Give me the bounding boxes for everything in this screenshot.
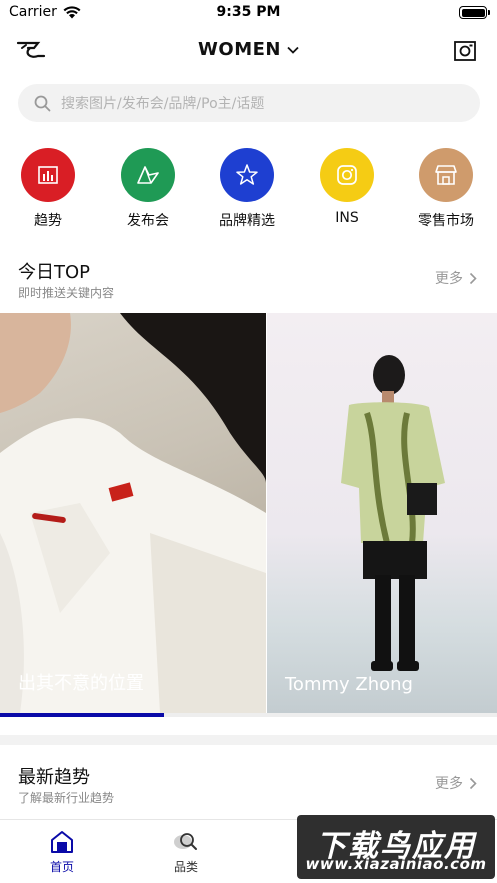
quick-nav-label: 零售市场: [418, 213, 474, 229]
carousel-progress-fill: [0, 713, 164, 717]
trend-circle: [21, 148, 75, 202]
quick-nav-trend[interactable]: 趋势: [3, 148, 93, 230]
carousel-progress: [0, 713, 497, 717]
runway-icon: [137, 166, 159, 184]
tab-home[interactable]: 首页: [32, 830, 92, 875]
gender-label: WOMEN: [198, 39, 281, 60]
more-link[interactable]: 更多: [435, 773, 477, 793]
quick-nav-label: 趋势: [34, 213, 62, 229]
tab-category[interactable]: 品类: [156, 830, 216, 875]
star-icon: [236, 164, 258, 185]
quick-nav-label: INS: [335, 210, 359, 226]
chevron-down-icon: [287, 46, 299, 54]
status-time: 9:35 PM: [216, 4, 281, 20]
bar-chart-icon: [38, 166, 58, 184]
gender-selector[interactable]: WOMEN: [184, 39, 314, 60]
search-icon: [34, 95, 51, 111]
today-top-carousel[interactable]: 出其不意的位置 Tommy Zhong: [0, 313, 497, 713]
watermark-url: www.xiazainiao.com: [305, 855, 487, 873]
nav-bar: WOMEN: [0, 34, 497, 70]
battery-icon: [459, 6, 490, 19]
brand-logo-icon[interactable]: [16, 39, 46, 63]
retail-circle: [419, 148, 473, 202]
search-category-icon: [174, 833, 197, 850]
latest-trends-header: 最新趋势 了解最新行业趋势 更多: [0, 763, 497, 811]
runway-circle: [121, 148, 175, 202]
section-title: 最新趋势: [18, 767, 90, 788]
section-title: 今日TOP: [18, 262, 91, 283]
more-link[interactable]: 更多: [435, 268, 477, 288]
ins-circle: [320, 148, 374, 202]
section-divider: [0, 735, 497, 745]
instagram-icon: [337, 165, 357, 185]
card-caption: Tommy Zhong: [285, 674, 413, 695]
top-card[interactable]: 出其不意的位置: [0, 313, 266, 713]
search-placeholder: 搜索图片/发布会/品牌/Po主/话题: [61, 96, 265, 112]
more-label: 更多: [435, 271, 463, 287]
section-subtitle: 了解最新行业趋势: [18, 791, 115, 805]
section-subtitle: 即时推送关键内容: [18, 286, 115, 300]
quick-nav-label: 品牌精选: [219, 213, 275, 229]
chevron-right-icon: [469, 272, 477, 284]
storefront-icon: [435, 165, 457, 185]
quick-nav-ins[interactable]: INS: [302, 148, 392, 226]
top-card[interactable]: Tommy Zhong: [267, 313, 497, 713]
watermark: 下载鸟应用 www.xiazainiao.com: [297, 815, 495, 879]
quick-nav-label: 发布会: [127, 213, 169, 229]
quick-nav-runway[interactable]: 发布会: [103, 148, 193, 230]
quick-nav-brands[interactable]: 品牌精选: [202, 148, 292, 230]
chevron-right-icon: [469, 777, 477, 789]
home-icon: [51, 831, 73, 853]
card-caption: 出其不意的位置: [18, 673, 144, 694]
search-input[interactable]: 搜索图片/发布会/品牌/Po主/话题: [18, 84, 480, 122]
more-label: 更多: [435, 776, 463, 792]
brands-circle: [220, 148, 274, 202]
quick-nav-retail[interactable]: 零售市场: [401, 148, 491, 230]
today-top-header: 今日TOP 即时推送关键内容 更多: [0, 258, 497, 306]
tab-label: 首页: [49, 860, 74, 874]
quick-nav: 趋势 发布会 品牌精选 INS 零售市场: [0, 148, 497, 230]
card-image: [341, 355, 445, 671]
card-image: [0, 313, 266, 713]
status-bar: Carrier 9:35 PM: [0, 0, 497, 26]
camera-icon[interactable]: [453, 39, 477, 63]
tab-label: 品类: [173, 860, 198, 874]
